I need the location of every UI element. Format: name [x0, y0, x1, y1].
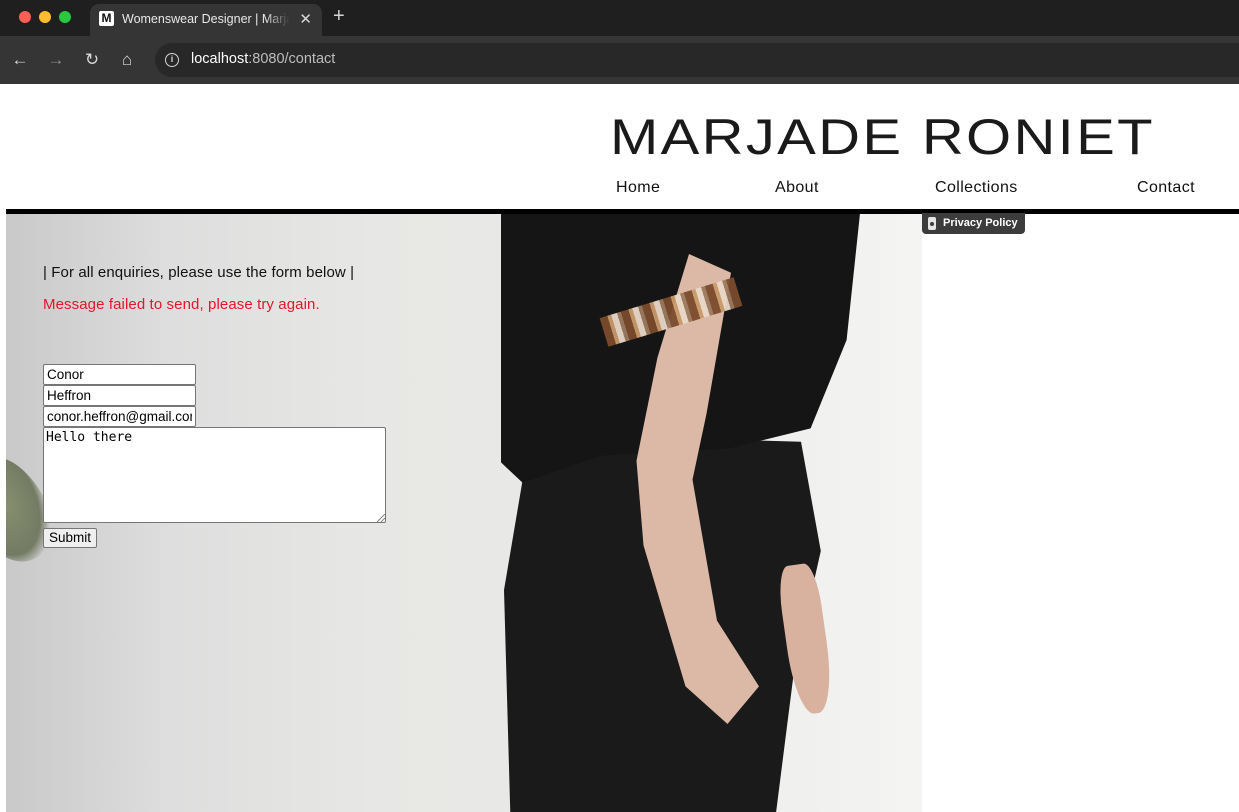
browser-toolbar: ← → ↻ ⌂ i localhost:8080/contact [0, 36, 1239, 84]
lock-icon [928, 217, 936, 230]
contact-intro-text: | For all enquiries, please use the form… [43, 264, 355, 281]
nav-collections-link[interactable]: Collections [935, 179, 1018, 197]
textarea-resize-handle[interactable] [377, 514, 385, 522]
url-host: localhost [191, 51, 249, 67]
nav-home-link[interactable]: Home [616, 179, 660, 197]
site-favicon-icon: M [99, 11, 114, 26]
nav-contact-link[interactable]: Contact [1137, 179, 1195, 197]
message-textarea[interactable]: Hello there [43, 427, 386, 523]
url-text[interactable]: localhost:8080/contact [191, 51, 335, 67]
first-name-input[interactable] [43, 364, 196, 385]
page-content: MARJADE RONIET Home About Collections Co… [0, 84, 1239, 812]
tab-title: Womenswear Designer | Marjade Roniet [122, 12, 290, 26]
privacy-policy-label: Privacy Policy [943, 217, 1018, 229]
submit-button[interactable]: Submit [43, 528, 98, 548]
browser-tab-bar: M Womenswear Designer | Marjade Roniet ✕… [0, 0, 1239, 36]
address-bar[interactable]: i localhost:8080/contact [155, 43, 1239, 77]
back-arrow-icon[interactable]: ← [9, 49, 31, 71]
email-input[interactable] [43, 406, 196, 427]
send-error-message: Message failed to send, please try again… [43, 296, 320, 313]
tab-close-icon[interactable]: ✕ [299, 10, 312, 28]
home-icon[interactable]: ⌂ [116, 49, 138, 71]
url-path: :8080/contact [248, 51, 336, 67]
close-window-button[interactable] [19, 11, 31, 23]
site-info-icon[interactable]: i [165, 53, 179, 67]
nav-about-link[interactable]: About [775, 179, 819, 197]
reload-icon[interactable]: ↻ [81, 49, 103, 71]
forward-arrow-icon[interactable]: → [45, 49, 67, 71]
minimize-window-button[interactable] [39, 11, 51, 23]
new-tab-button[interactable]: + [333, 5, 345, 28]
browser-tab[interactable]: M Womenswear Designer | Marjade Roniet ✕ [90, 4, 322, 36]
maximize-window-button[interactable] [59, 11, 71, 23]
last-name-input[interactable] [43, 385, 196, 406]
privacy-policy-badge[interactable]: Privacy Policy [922, 213, 1025, 234]
brand-logo[interactable]: MARJADE RONIET [610, 108, 1155, 166]
